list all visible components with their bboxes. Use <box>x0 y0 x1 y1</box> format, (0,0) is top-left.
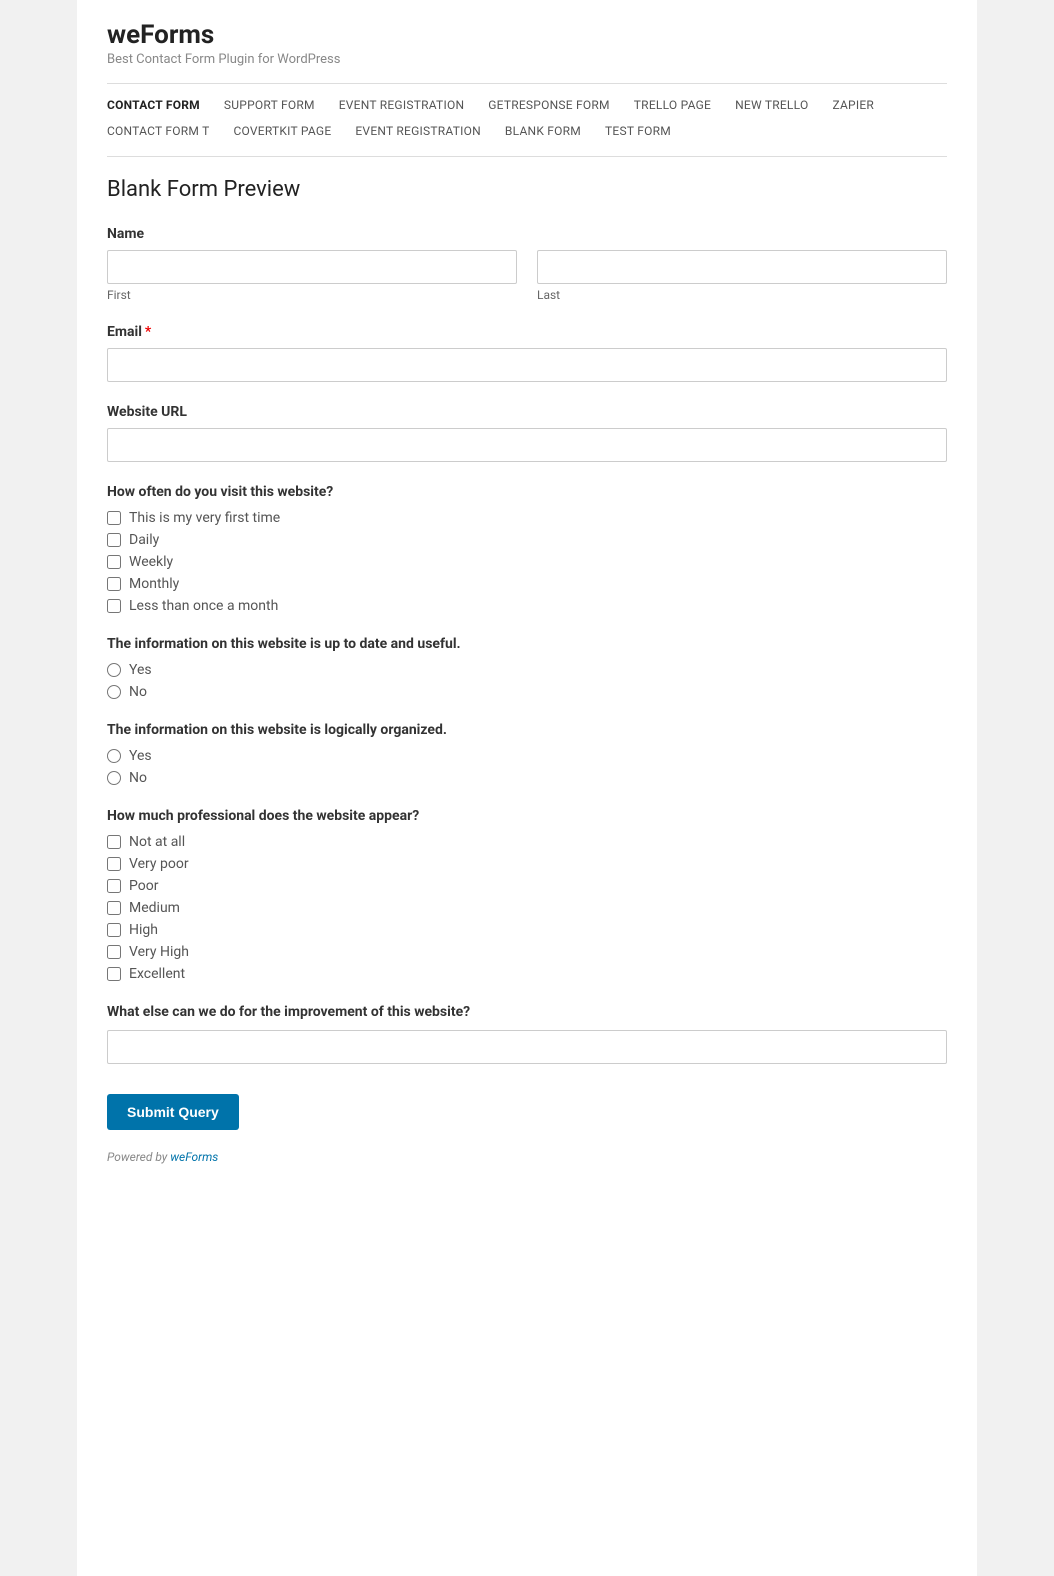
nav-row-2: CONTACT FORM TCOVERTKIT PAGEEVENT REGIST… <box>107 120 947 142</box>
list-item[interactable]: Yes <box>107 748 947 764</box>
improvement-label: What else can we do for the improvement … <box>107 1004 947 1020</box>
nav-item-blank-form[interactable]: BLANK FORM <box>493 120 593 142</box>
info-organized-radio-1[interactable] <box>107 771 121 785</box>
professional-checkbox-1[interactable] <box>107 857 121 871</box>
info-organized-radio-0[interactable] <box>107 749 121 763</box>
list-item[interactable]: This is my very first time <box>107 510 947 526</box>
list-item[interactable]: Less than once a month <box>107 598 947 614</box>
name-section: Name First Last <box>107 226 947 302</box>
improvement-input[interactable] <box>107 1030 947 1064</box>
nav-item-event-registration[interactable]: EVENT REGISTRATION <box>343 120 493 142</box>
site-header: weForms Best Contact Form Plugin for Wor… <box>107 20 947 84</box>
professional-checkbox-0[interactable] <box>107 835 121 849</box>
email-required-star: * <box>145 324 151 340</box>
info-uptodate-label: The information on this website is up to… <box>107 636 947 652</box>
last-name-col: Last <box>537 250 947 302</box>
site-subtitle: Best Contact Form Plugin for WordPress <box>107 52 947 67</box>
professional-checkbox-3[interactable] <box>107 901 121 915</box>
navigation: CONTACT FORMSUPPORT FORMEVENT REGISTRATI… <box>107 84 947 157</box>
first-name-input[interactable] <box>107 250 517 284</box>
list-item[interactable]: No <box>107 684 947 700</box>
nav-item-getresponse-form[interactable]: GETRESPONSE FORM <box>476 94 622 116</box>
professional-options: Not at all Very poor Poor Medium High Very Hi… <box>107 834 947 982</box>
list-item[interactable]: Daily <box>107 532 947 548</box>
first-name-sublabel: First <box>107 288 517 302</box>
nav-item-trello-page[interactable]: TRELLO PAGE <box>622 94 723 116</box>
powered-by-link[interactable]: weForms <box>170 1150 218 1164</box>
name-label: Name <box>107 226 947 242</box>
info-organized-section: The information on this website is logic… <box>107 722 947 786</box>
submit-button[interactable]: Submit Query <box>107 1094 239 1130</box>
nav-row-1: CONTACT FORMSUPPORT FORMEVENT REGISTRATI… <box>107 94 947 116</box>
email-input[interactable] <box>107 348 947 382</box>
list-item[interactable]: Poor <box>107 878 947 894</box>
professional-checkbox-5[interactable] <box>107 945 121 959</box>
nav-item-zapier[interactable]: ZAPIER <box>820 94 886 116</box>
info-organized-options: Yes No <box>107 748 947 786</box>
visit-frequency-checkbox-1[interactable] <box>107 533 121 547</box>
visit-frequency-checkbox-0[interactable] <box>107 511 121 525</box>
info-organized-label: The information on this website is logic… <box>107 722 947 738</box>
nav-item-event-registration[interactable]: EVENT REGISTRATION <box>327 94 477 116</box>
list-item[interactable]: Medium <box>107 900 947 916</box>
visit-frequency-section: How often do you visit this website? Thi… <box>107 484 947 614</box>
nav-item-contact-form-t[interactable]: CONTACT FORM T <box>107 120 221 142</box>
info-uptodate-options: Yes No <box>107 662 947 700</box>
email-label: Email* <box>107 324 947 340</box>
improvement-section: What else can we do for the improvement … <box>107 1004 947 1064</box>
list-item[interactable]: No <box>107 770 947 786</box>
info-uptodate-radio-1[interactable] <box>107 685 121 699</box>
professional-checkbox-6[interactable] <box>107 967 121 981</box>
nav-item-covertkit-page[interactable]: COVERTKIT PAGE <box>221 120 343 142</box>
last-name-input[interactable] <box>537 250 947 284</box>
powered-by-text: Powered by <box>107 1150 167 1164</box>
list-item[interactable]: Weekly <box>107 554 947 570</box>
nav-item-test-form[interactable]: TEST FORM <box>593 120 683 142</box>
visit-frequency-checkbox-3[interactable] <box>107 577 121 591</box>
website-label: Website URL <box>107 404 947 420</box>
visit-frequency-label: How often do you visit this website? <box>107 484 947 500</box>
info-uptodate-radio-0[interactable] <box>107 663 121 677</box>
website-section: Website URL <box>107 404 947 462</box>
list-item[interactable]: Very poor <box>107 856 947 872</box>
list-item[interactable]: Excellent <box>107 966 947 982</box>
list-item[interactable]: Not at all <box>107 834 947 850</box>
first-name-col: First <box>107 250 517 302</box>
powered-by: Powered by weForms <box>107 1150 947 1164</box>
professional-checkbox-4[interactable] <box>107 923 121 937</box>
last-name-sublabel: Last <box>537 288 947 302</box>
professional-checkbox-2[interactable] <box>107 879 121 893</box>
nav-item-contact-form[interactable]: CONTACT FORM <box>107 94 212 116</box>
list-item[interactable]: Very High <box>107 944 947 960</box>
professional-label: How much professional does the website a… <box>107 808 947 824</box>
form-preview-title: Blank Form Preview <box>107 177 947 202</box>
info-uptodate-section: The information on this website is up to… <box>107 636 947 700</box>
nav-item-new-trello[interactable]: NEW TRELLO <box>723 94 820 116</box>
nav-item-support-form[interactable]: SUPPORT FORM <box>212 94 327 116</box>
list-item[interactable]: Monthly <box>107 576 947 592</box>
email-section: Email* <box>107 324 947 382</box>
list-item[interactable]: High <box>107 922 947 938</box>
professional-section: How much professional does the website a… <box>107 808 947 982</box>
visit-frequency-options: This is my very first time Daily Weekly Mon… <box>107 510 947 614</box>
name-row: First Last <box>107 250 947 302</box>
visit-frequency-checkbox-4[interactable] <box>107 599 121 613</box>
form-preview: Blank Form Preview Name First Last Email… <box>107 157 947 1194</box>
visit-frequency-checkbox-2[interactable] <box>107 555 121 569</box>
list-item[interactable]: Yes <box>107 662 947 678</box>
website-input[interactable] <box>107 428 947 462</box>
site-title: weForms <box>107 20 947 50</box>
